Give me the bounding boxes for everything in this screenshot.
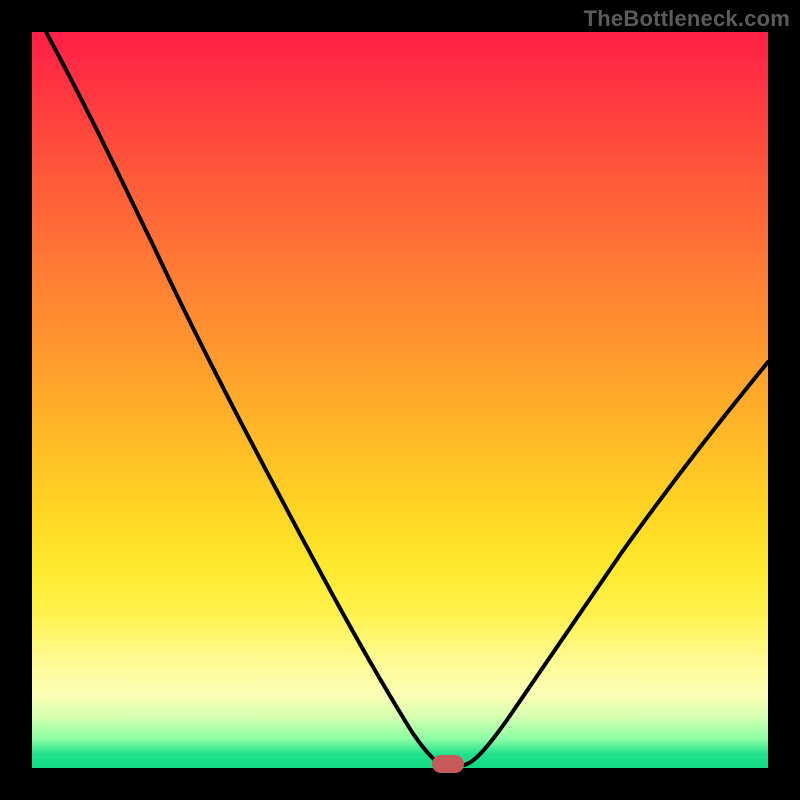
curve-path bbox=[46, 32, 768, 765]
bottleneck-curve bbox=[32, 32, 768, 768]
bottleneck-minimum-marker bbox=[432, 755, 464, 773]
watermark-text: TheBottleneck.com bbox=[584, 6, 790, 32]
chart-frame: TheBottleneck.com bbox=[0, 0, 800, 800]
